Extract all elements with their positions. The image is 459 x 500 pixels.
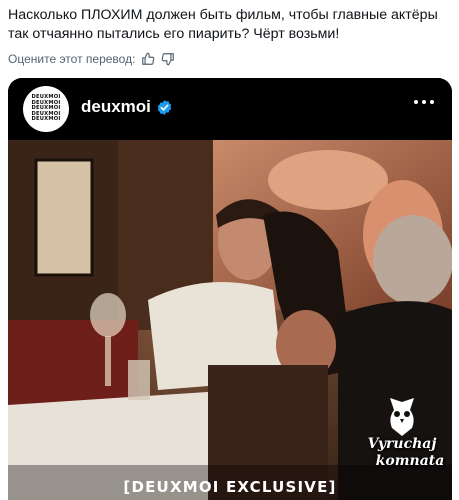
- avatar[interactable]: DEUXMOI DEUXMOI DEUXMOI DEUXMOI DEUXMOI: [23, 86, 69, 132]
- watermark: Vyruchaj komnata: [354, 398, 450, 478]
- rate-translation-label: Оцените этот перевод:: [8, 52, 136, 66]
- media-caption: [DEUXMOI EXCLUSIVE]: [123, 478, 337, 496]
- verified-badge-icon: [157, 99, 172, 115]
- thumb-down-icon[interactable]: [161, 52, 175, 66]
- tweet-text: Насколько ПЛОХИМ должен быть фильм, чтоб…: [8, 7, 438, 42]
- watermark-text: Vyruchaj: [367, 436, 437, 452]
- embedded-media-card[interactable]: DEUXMOI DEUXMOI DEUXMOI DEUXMOI DEUXMOI …: [8, 78, 452, 500]
- avatar-text: DEUXMOI: [31, 116, 61, 123]
- watermark-text: komnata: [375, 453, 445, 469]
- owl-logo-icon: [390, 398, 414, 436]
- thumb-up-icon[interactable]: [141, 52, 155, 66]
- translation-rating: Оцените этот перевод:: [8, 50, 175, 68]
- media-header: DEUXMOI DEUXMOI DEUXMOI DEUXMOI DEUXMOI …: [8, 78, 452, 140]
- account-name[interactable]: deuxmoi: [81, 97, 151, 117]
- more-options-icon[interactable]: [414, 100, 434, 104]
- account[interactable]: deuxmoi: [81, 97, 173, 117]
